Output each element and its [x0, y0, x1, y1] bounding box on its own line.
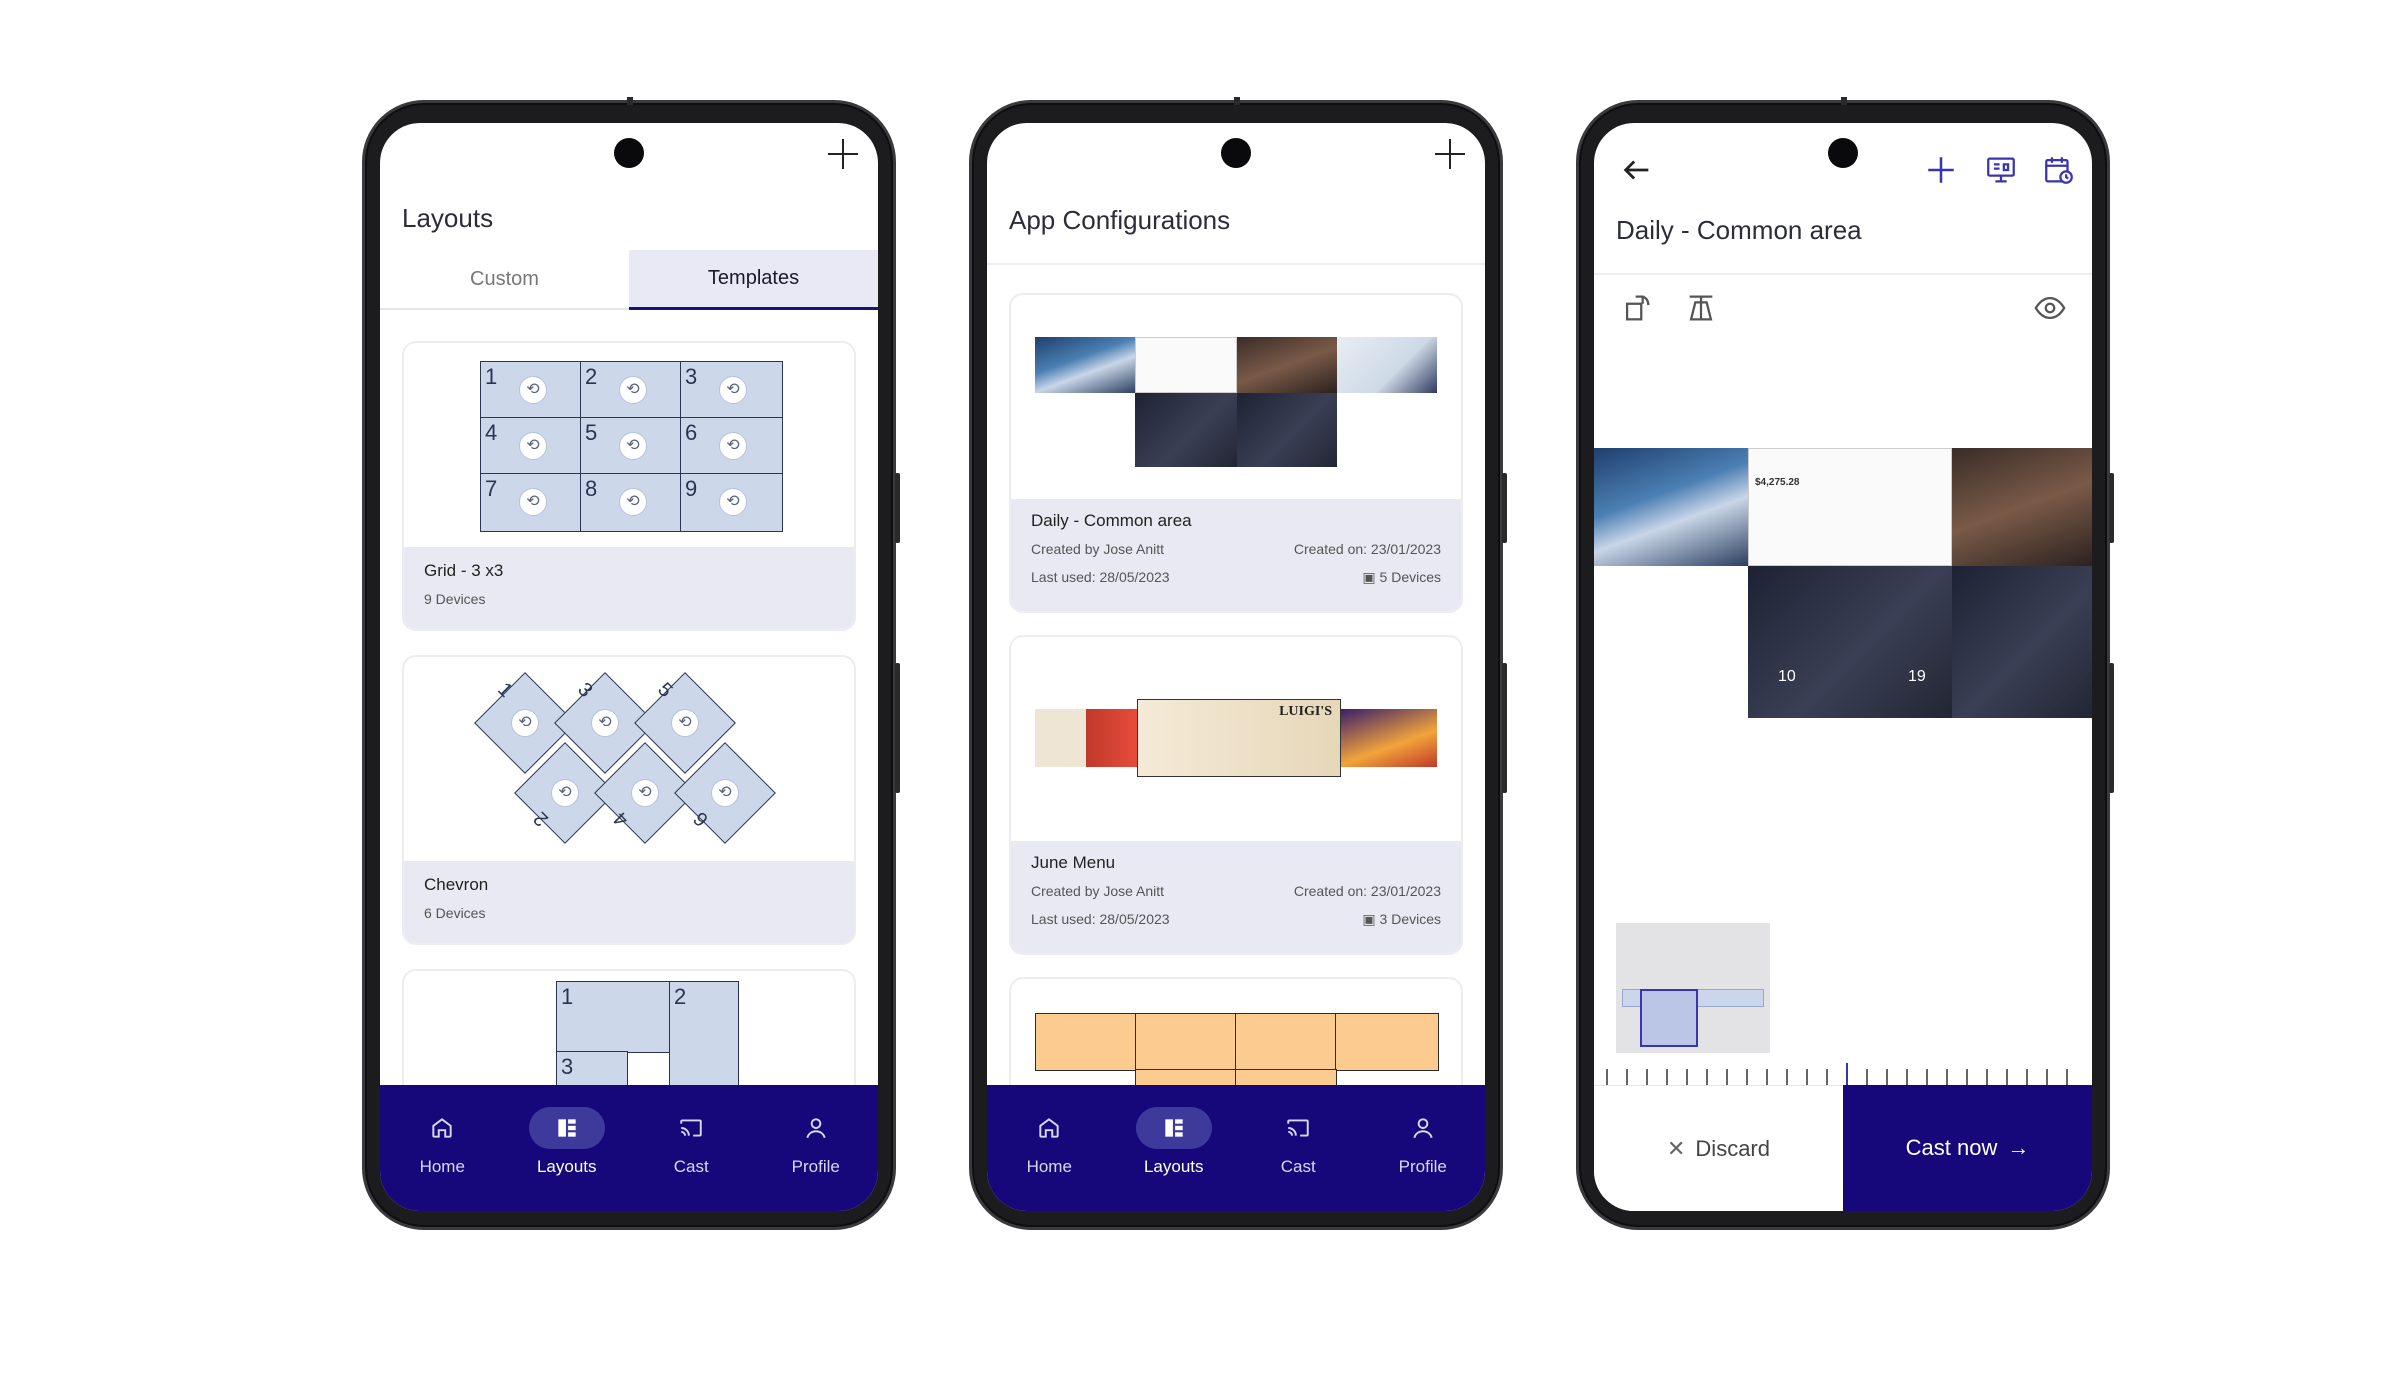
created-by: Created by Jose Anitt — [1031, 541, 1165, 557]
nav-home[interactable]: Home — [380, 1085, 505, 1211]
perspective-icon[interactable] — [1684, 291, 1718, 325]
eye-icon[interactable] — [2032, 291, 2068, 325]
bottom-nav: Home Layouts Cast Profile — [987, 1085, 1485, 1211]
add-icon[interactable] — [1924, 153, 1958, 187]
link-icon — [519, 488, 547, 516]
configurations-screen: App Configurations Daily - Common area C… — [987, 123, 1485, 1211]
arrow-right-icon: → — [2007, 1135, 2030, 1160]
cast-icon — [680, 1119, 702, 1137]
cast-icon — [1287, 1119, 1309, 1137]
screen-tile-4[interactable]: 10 19 — [1748, 566, 1952, 718]
devices-icon: ▣ — [1362, 911, 1376, 927]
editor-actions: ✕ Discard Cast now → — [1594, 1085, 2092, 1211]
device-count: ▣ 3 Devices — [1362, 911, 1441, 927]
config-preview — [1035, 337, 1437, 467]
last-used: Last used: 28/05/2023 — [1031, 569, 1170, 585]
template-name: Chevron — [424, 875, 489, 894]
device-count: ▣ 5 Devices — [1362, 569, 1441, 585]
front-camera — [1221, 138, 1251, 168]
nav-layouts[interactable]: Layouts — [505, 1085, 630, 1211]
add-configuration-icon[interactable] — [1433, 137, 1467, 171]
config-name: June Menu — [1031, 853, 1116, 872]
tab-custom[interactable]: Custom — [380, 250, 629, 310]
discard-button[interactable]: ✕ Discard — [1594, 1085, 1843, 1211]
screen-tile-5[interactable] — [1952, 566, 2092, 718]
menu-preview: LUIGI'S — [1035, 699, 1437, 777]
cast-now-button[interactable]: Cast now → — [1843, 1085, 2092, 1211]
page-title: App Configurations — [1009, 205, 1231, 235]
page-title: Daily - Common area — [1616, 215, 1862, 245]
phone-layout-editor: Daily - Common area $4,275.28 10 19 ✕ Di… — [1576, 97, 2114, 1230]
template-name: Grid - 3 x3 — [424, 561, 504, 580]
schedule-icon[interactable] — [2042, 153, 2076, 187]
close-icon: ✕ — [1666, 1135, 1686, 1161]
layouts-screen: Layouts Custom Templates 1 2 3 4 5 6 7 8… — [380, 123, 878, 1211]
home-icon — [432, 1118, 452, 1138]
grid-preview: 1 2 3 4 5 6 7 8 9 — [480, 361, 783, 532]
front-camera — [1828, 138, 1858, 168]
screen-tile-2[interactable]: $4,275.28 — [1748, 448, 1952, 566]
nav-profile[interactable]: Profile — [1361, 1085, 1486, 1211]
created-on: Created on: 23/01/2023 — [1293, 883, 1441, 899]
layouts-icon — [558, 1119, 576, 1137]
nav-profile[interactable]: Profile — [754, 1085, 879, 1211]
config-card-daily[interactable]: Daily - Common area Created by Jose Anit… — [1009, 293, 1463, 613]
editor-screen: Daily - Common area $4,275.28 10 19 ✕ Di… — [1594, 123, 2092, 1211]
nav-layouts[interactable]: Layouts — [1112, 1085, 1237, 1211]
screen-tile-3[interactable] — [1952, 448, 2092, 566]
phone-layouts: Layouts Custom Templates 1 2 3 4 5 6 7 8… — [362, 97, 900, 1230]
home-icon — [1039, 1118, 1059, 1138]
screen-tile-1[interactable] — [1594, 448, 1748, 566]
link-icon — [619, 376, 647, 404]
minimap[interactable] — [1616, 923, 1770, 1053]
display-settings-icon[interactable] — [1984, 153, 2018, 187]
chevron-preview: 1 3 5 2 4 6 — [464, 667, 794, 857]
layout-tabs: Custom Templates — [380, 250, 878, 310]
link-icon — [511, 709, 539, 737]
rotate-icon[interactable] — [1620, 291, 1654, 325]
created-by: Created by Jose Anitt — [1031, 883, 1165, 899]
layouts-icon — [1165, 1119, 1183, 1137]
menu-title: LUIGI'S — [1279, 704, 1332, 719]
nav-home[interactable]: Home — [987, 1085, 1112, 1211]
config-card-june-menu[interactable]: LUIGI'S June Menu Created by Jose Anitt … — [1009, 635, 1463, 955]
nav-cast[interactable]: Cast — [629, 1085, 754, 1211]
link-icon — [711, 779, 739, 807]
layout-canvas[interactable]: $4,275.28 10 19 — [1594, 448, 2092, 718]
config-name: Daily - Common area — [1031, 511, 1192, 530]
link-icon — [551, 779, 579, 807]
link-icon — [519, 432, 547, 460]
template-card-chevron[interactable]: 1 3 5 2 4 6 Chevron 6 Devices — [402, 655, 856, 945]
back-arrow-icon[interactable] — [1620, 153, 1654, 187]
profile-icon — [806, 1118, 826, 1139]
link-icon — [631, 779, 659, 807]
nav-cast[interactable]: Cast — [1236, 1085, 1361, 1211]
template-card-grid[interactable]: 1 2 3 4 5 6 7 8 9 Grid - 3 x3 9 Devices — [402, 341, 856, 631]
bottom-nav: Home Layouts Cast Profile — [380, 1085, 878, 1211]
link-icon — [619, 488, 647, 516]
profile-icon — [1413, 1118, 1433, 1139]
last-used: Last used: 28/05/2023 — [1031, 911, 1170, 927]
link-icon — [519, 376, 547, 404]
link-icon — [671, 709, 699, 737]
link-icon — [719, 376, 747, 404]
device-count: 6 Devices — [424, 905, 486, 921]
link-icon — [591, 709, 619, 737]
page-title: Layouts — [402, 203, 494, 233]
phone-app-configurations: App Configurations Daily - Common area C… — [969, 97, 1507, 1230]
created-on: Created on: 23/01/2023 — [1293, 541, 1441, 557]
add-layout-icon[interactable] — [826, 137, 860, 171]
link-icon — [619, 432, 647, 460]
device-count: 9 Devices — [424, 591, 486, 607]
devices-icon: ▣ — [1362, 569, 1376, 585]
front-camera — [614, 138, 644, 168]
link-icon — [719, 432, 747, 460]
link-icon — [719, 488, 747, 516]
tab-templates[interactable]: Templates — [629, 250, 878, 310]
